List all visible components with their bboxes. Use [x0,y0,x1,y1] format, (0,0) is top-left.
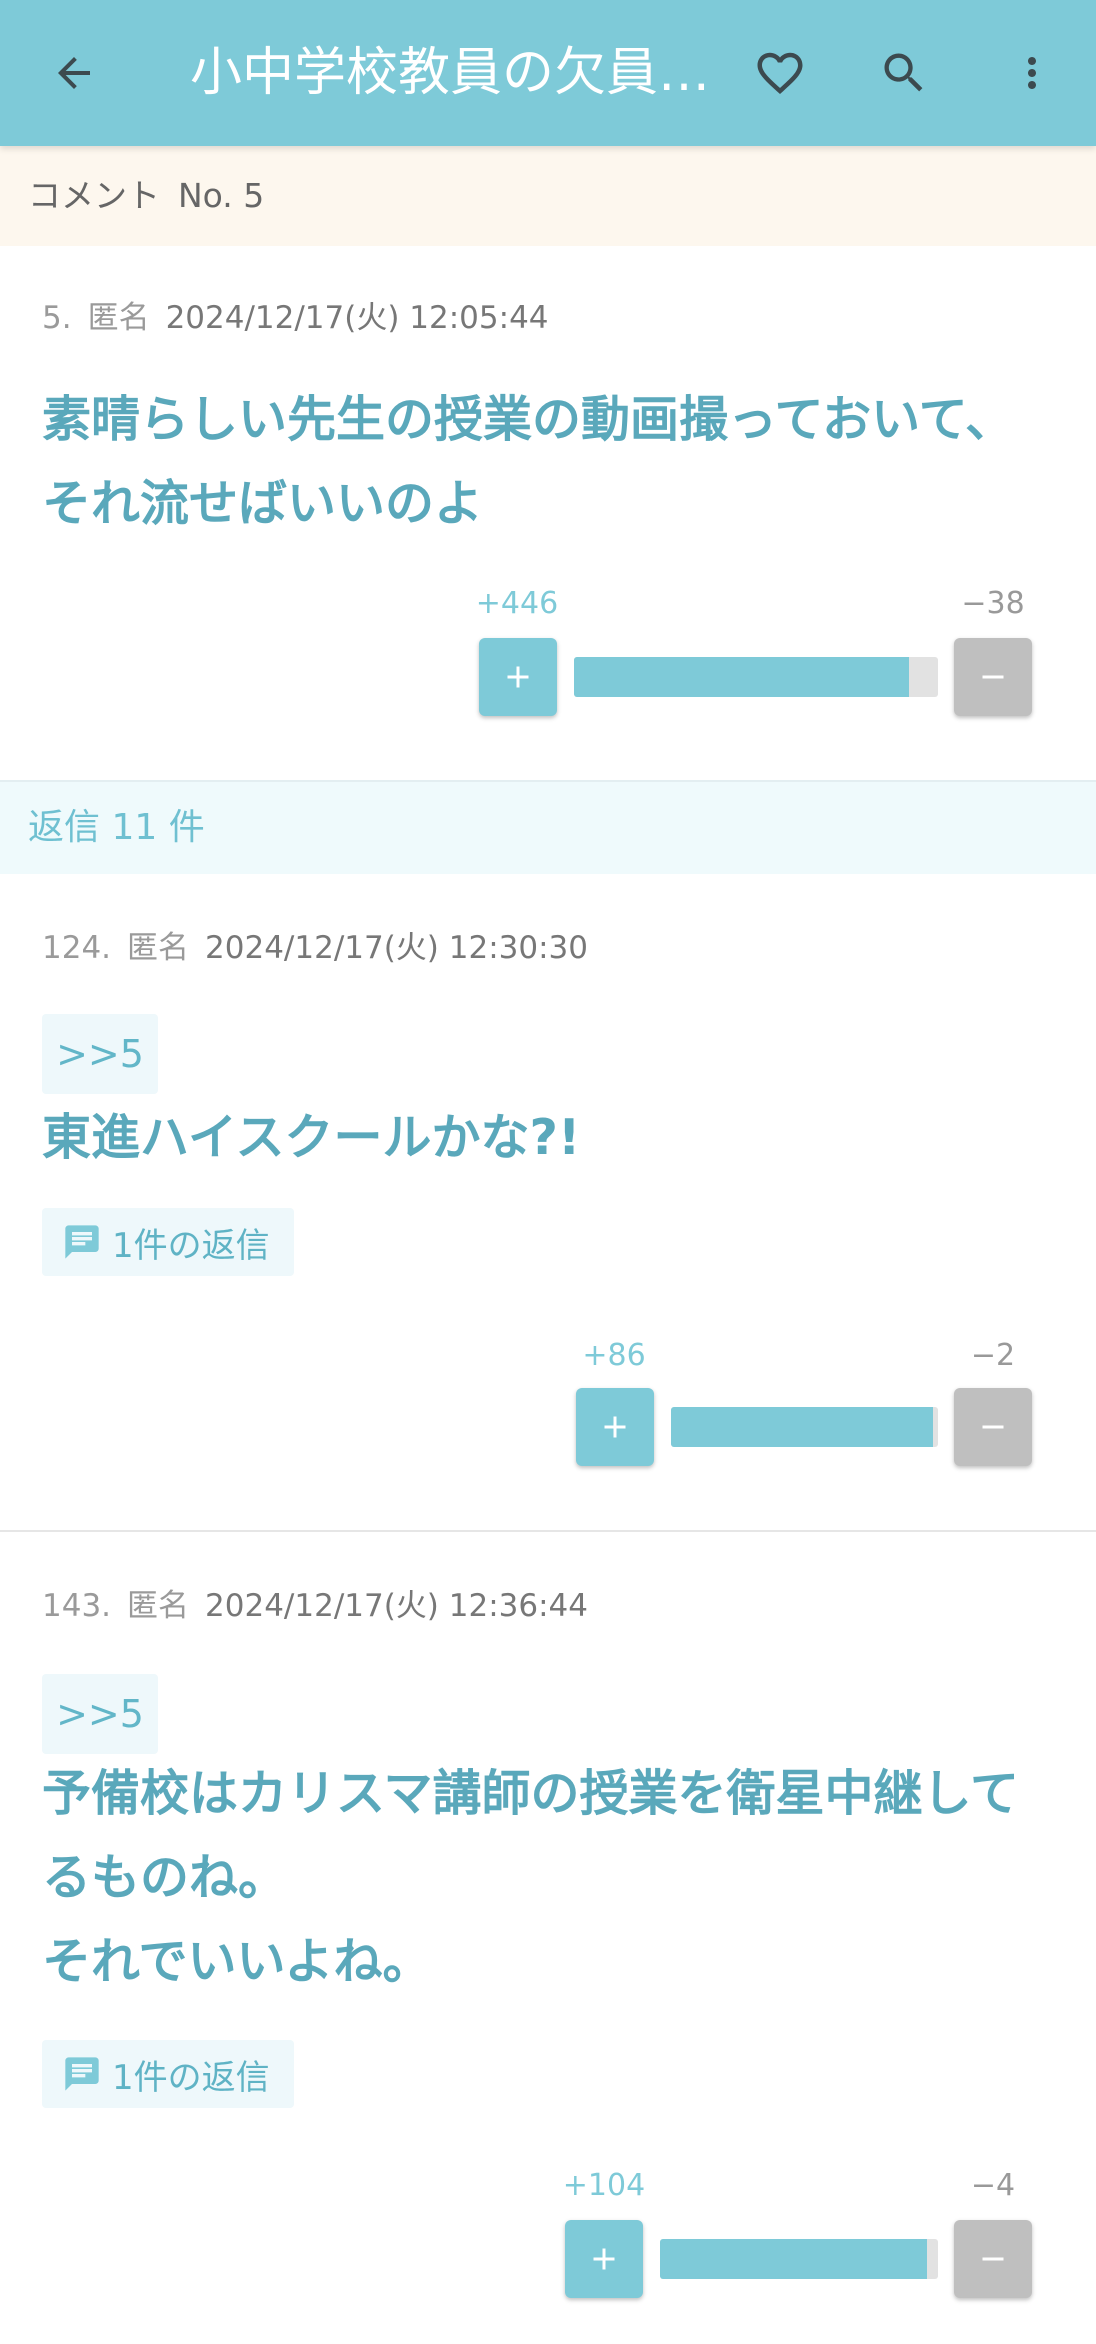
comment-text: 素晴らしい先生の授業の動画撮っておいて、それ流せばいいのよ [42,391,1015,532]
plus-count: +104 [562,2168,646,2203]
comment-meta: 124. 匿名 2024/12/17(火) 12:30:30 [42,922,588,967]
favorite-button[interactable] [740,33,820,113]
comment-index: 5. [42,300,72,336]
comment-meta: 5. 匿名 2024/12/17(火) 12:05:44 [42,292,549,337]
minus-count: −38 [961,586,1025,621]
plus-icon [507,666,529,688]
timestamp: 2024/12/17(火) 12:36:44 [205,1588,588,1624]
minus-icon [982,2257,1004,2261]
replies-header: 返信 11 件 [0,780,1096,874]
author-name: 匿名 [127,930,190,966]
reply-count-button[interactable]: 1件の返信 [42,1208,294,1276]
plus-vote-button[interactable] [565,2220,643,2298]
comment-number-header: コメント No. 5 [0,146,1096,246]
reply-anchor-link[interactable]: >>5 [42,1674,158,1754]
comment-text: 予備校はカリスマ講師の授業を衛星中継してるものね。 それでいいよね。 [42,1765,1020,1990]
minus-count: −2 [970,1338,1016,1373]
app-bar: 小中学校教員の欠員… [0,0,1096,146]
vote-ratio-fill [660,2239,927,2279]
comment-index: 124. [42,930,112,966]
vote-ratio-bar [671,1407,938,1447]
vote-ratio-fill [671,1407,933,1447]
author-name: 匿名 [127,1588,190,1624]
comment-index: 143. [42,1588,112,1624]
comment-label: コメント [28,176,160,215]
more-vert-icon [1028,57,1036,89]
timestamp: 2024/12/17(火) 12:30:30 [205,930,588,966]
more-options-button[interactable] [992,33,1072,113]
parent-comment: 5. 匿名 2024/12/17(火) 12:05:44 素晴らしい先生の授業の動画… [0,246,1096,780]
comment-meta: 143. 匿名 2024/12/17(火) 12:36:44 [42,1580,588,1625]
timestamp: 2024/12/17(火) 12:05:44 [165,300,549,336]
heart-icon [757,52,803,95]
back-button[interactable] [34,33,114,113]
back-arrow-icon [58,57,90,89]
reply-comment: 143. 匿名 2024/12/17(火) 12:36:44 >>5 予備校はカリス… [0,1532,1096,2344]
reply-count-label: 1件の返信 [112,2057,270,2098]
comment-number: No. 5 [178,176,265,215]
plus-count: +86 [582,1338,646,1373]
reply-anchor-link[interactable]: >>5 [42,1014,158,1094]
minus-count: −4 [970,2168,1016,2203]
vote-ratio-bar [660,2239,938,2279]
chat-icon [65,1225,99,1259]
reply-comment: 124. 匿名 2024/12/17(火) 12:30:30 >>5 東進ハイスクー… [0,874,1096,1532]
minus-vote-button[interactable] [954,638,1032,716]
plus-vote-button[interactable] [479,638,557,716]
search-icon [884,53,923,92]
page-title: 小中学校教員の欠員… [190,43,710,103]
reply-count-label: 1件の返信 [112,1225,270,1266]
minus-icon [982,1425,1004,1429]
comment-text: 東進ハイスクールかな?! [42,1109,581,1166]
plus-icon [593,2248,615,2270]
vote-ratio-bar [574,657,938,697]
author-name: 匿名 [87,300,150,336]
minus-vote-button[interactable] [954,2220,1032,2298]
chat-icon [65,2057,99,2091]
reply-count-button[interactable]: 1件の返信 [42,2040,294,2108]
plus-vote-button[interactable] [576,1388,654,1466]
vote-ratio-fill [574,657,909,697]
minus-vote-button[interactable] [954,1388,1032,1466]
plus-icon [604,1416,626,1438]
minus-icon [982,675,1004,679]
search-button[interactable] [864,33,944,113]
plus-count: +446 [475,586,559,621]
